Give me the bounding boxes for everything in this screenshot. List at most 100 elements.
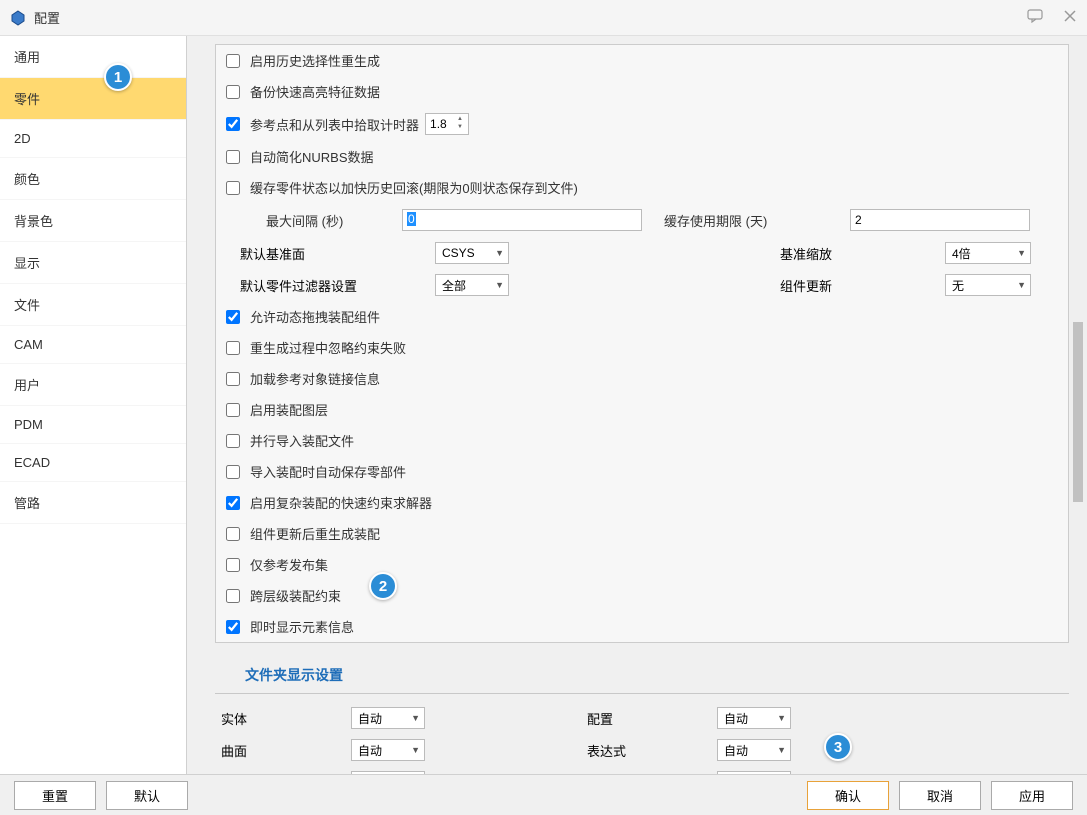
cache-limit-input[interactable]	[850, 209, 1030, 231]
sidebar-item-label: CAM	[14, 337, 43, 352]
chevron-down-icon: ▼	[495, 248, 504, 258]
option-label: 重生成过程中忽略约束失败	[250, 338, 406, 357]
wire-label: 线框	[221, 773, 351, 775]
comp-update-select[interactable]: 无▼	[945, 274, 1031, 296]
default-datum-select[interactable]: CSYS▼	[435, 242, 509, 264]
window-title: 配置	[34, 8, 60, 27]
ignore-constraint-checkbox[interactable]	[226, 341, 240, 355]
sidebar-item-general[interactable]: 通用	[0, 36, 186, 78]
annotation-2: 2	[369, 572, 397, 600]
folder-section-header: 文件夹显示设置	[215, 651, 1069, 694]
sidebar-item-pdm[interactable]: PDM	[0, 406, 186, 444]
pick-timer-spinner[interactable]: ▲▼	[425, 113, 469, 135]
dynamic-drag-checkbox[interactable]	[226, 310, 240, 324]
option-label: 组件更新后重生成装配	[250, 524, 380, 543]
spinner-arrows-icon[interactable]: ▲▼	[457, 115, 467, 131]
option-label: 加载参考对象链接信息	[250, 369, 380, 388]
sidebar-item-display[interactable]: 显示	[0, 242, 186, 284]
sidebar-item-file[interactable]: 文件	[0, 284, 186, 326]
expr-select[interactable]: 自动▼	[717, 739, 791, 761]
datum-scale-label: 基准缩放	[780, 244, 945, 263]
fast-solver-checkbox[interactable]	[226, 496, 240, 510]
surface-select[interactable]: 自动▼	[351, 739, 425, 761]
option-label: 允许动态拖拽装配组件	[250, 307, 380, 326]
default-button[interactable]: 默认	[106, 781, 188, 810]
max-interval-input[interactable]: 0	[402, 209, 642, 231]
feedback-icon[interactable]	[1027, 9, 1043, 26]
footer: 重置 默认 确认 取消 应用	[0, 774, 1087, 815]
chevron-down-icon: ▼	[1017, 280, 1026, 290]
load-ref-link-checkbox[interactable]	[226, 372, 240, 386]
wire-select[interactable]: 自动▼	[351, 771, 425, 774]
option-label: 启用历史选择性重生成	[250, 51, 380, 70]
solid-label: 实体	[221, 709, 351, 728]
ref-publish-set-checkbox[interactable]	[226, 558, 240, 572]
simplify-nurbs-checkbox[interactable]	[226, 150, 240, 164]
cache-state-checkbox[interactable]	[226, 181, 240, 195]
sidebar-item-2d[interactable]: 2D	[0, 120, 186, 158]
reset-button[interactable]: 重置	[14, 781, 96, 810]
cancel-button[interactable]: 取消	[899, 781, 981, 810]
chevron-down-icon: ▼	[777, 745, 786, 755]
ok-button[interactable]: 确认	[807, 781, 889, 810]
sidebar-item-color[interactable]: 颜色	[0, 158, 186, 200]
option-label: 参考点和从列表中拾取计时器	[250, 115, 419, 134]
solid-select[interactable]: 自动▼	[351, 707, 425, 729]
point-select[interactable]: 自动▼	[717, 771, 791, 774]
cache-limit-label: 缓存使用期限 (天)	[664, 211, 844, 230]
history-regen-checkbox[interactable]	[226, 54, 240, 68]
folder-settings: 实体 自动▼ 配置 自动▼ 曲面 自动▼ 表达式 自动▼ 线框 自动▼ 点块 自…	[215, 694, 1069, 774]
annotation-1: 1	[104, 63, 132, 91]
max-interval-label: 最大间隔 (秒)	[266, 211, 396, 230]
config-select[interactable]: 自动▼	[717, 707, 791, 729]
instant-element-info-checkbox[interactable]	[226, 620, 240, 634]
close-icon[interactable]	[1063, 9, 1077, 26]
datum-scale-select[interactable]: 4倍▼	[945, 242, 1031, 264]
sidebar-item-label: 通用	[14, 50, 40, 65]
sidebar-item-label: 用户	[14, 378, 40, 393]
option-label: 缓存零件状态以加快历史回滚(期限为0则状态保存到文件)	[250, 178, 578, 197]
titlebar: 配置	[0, 0, 1087, 36]
scrollbar-thumb[interactable]	[1073, 322, 1083, 502]
sidebar-item-label: 2D	[14, 131, 31, 146]
sidebar-item-ecad[interactable]: ECAD	[0, 444, 186, 482]
chevron-down-icon: ▼	[1017, 248, 1026, 258]
option-label: 备份快速高亮特征数据	[250, 82, 380, 101]
option-label: 导入装配时自动保存零部件	[250, 462, 406, 481]
option-label: 跨层级装配约束	[250, 586, 341, 605]
scrollbar-track[interactable]	[1070, 36, 1087, 774]
pick-timer-checkbox[interactable]	[226, 117, 240, 131]
sidebar-item-label: 显示	[14, 256, 40, 271]
scroll-container[interactable]: 启用历史选择性重生成 备份快速高亮特征数据 参考点和从列表中拾取计时器 ▲▼ 自…	[187, 36, 1087, 774]
enable-assy-layer-checkbox[interactable]	[226, 403, 240, 417]
sidebar-item-bgcolor[interactable]: 背景色	[0, 200, 186, 242]
sidebar-item-pipe[interactable]: 管路	[0, 482, 186, 524]
chevron-down-icon: ▼	[777, 713, 786, 723]
sidebar-item-label: PDM	[14, 417, 43, 432]
sidebar-item-user[interactable]: 用户	[0, 364, 186, 406]
sidebar-item-label: ECAD	[14, 455, 50, 470]
chevron-down-icon: ▼	[495, 280, 504, 290]
option-label: 即时显示元素信息	[250, 617, 354, 636]
backup-highlight-checkbox[interactable]	[226, 85, 240, 99]
apply-button[interactable]: 应用	[991, 781, 1073, 810]
options-box: 启用历史选择性重生成 备份快速高亮特征数据 参考点和从列表中拾取计时器 ▲▼ 自…	[215, 44, 1069, 643]
option-label: 启用复杂装配的快速约束求解器	[250, 493, 432, 512]
cross-level-constraint-checkbox[interactable]	[226, 589, 240, 603]
expr-label: 表达式	[587, 741, 717, 760]
content-area: 通用 零件 2D 颜色 背景色 显示 文件 CAM 用户 PDM ECAD 管路…	[0, 36, 1087, 774]
sidebar-item-cam[interactable]: CAM	[0, 326, 186, 364]
regen-after-update-checkbox[interactable]	[226, 527, 240, 541]
annotation-3: 3	[824, 733, 852, 761]
chevron-down-icon: ▼	[411, 745, 420, 755]
default-datum-label: 默认基准面	[240, 244, 435, 263]
sidebar: 通用 零件 2D 颜色 背景色 显示 文件 CAM 用户 PDM ECAD 管路	[0, 36, 187, 774]
comp-update-label: 组件更新	[780, 276, 945, 295]
parallel-import-checkbox[interactable]	[226, 434, 240, 448]
option-label: 自动简化NURBS数据	[250, 147, 374, 166]
default-filter-select[interactable]: 全部▼	[435, 274, 509, 296]
sidebar-item-label: 零件	[14, 92, 40, 107]
autosave-import-checkbox[interactable]	[226, 465, 240, 479]
sidebar-item-label: 文件	[14, 298, 40, 313]
sidebar-item-part[interactable]: 零件	[0, 78, 186, 120]
